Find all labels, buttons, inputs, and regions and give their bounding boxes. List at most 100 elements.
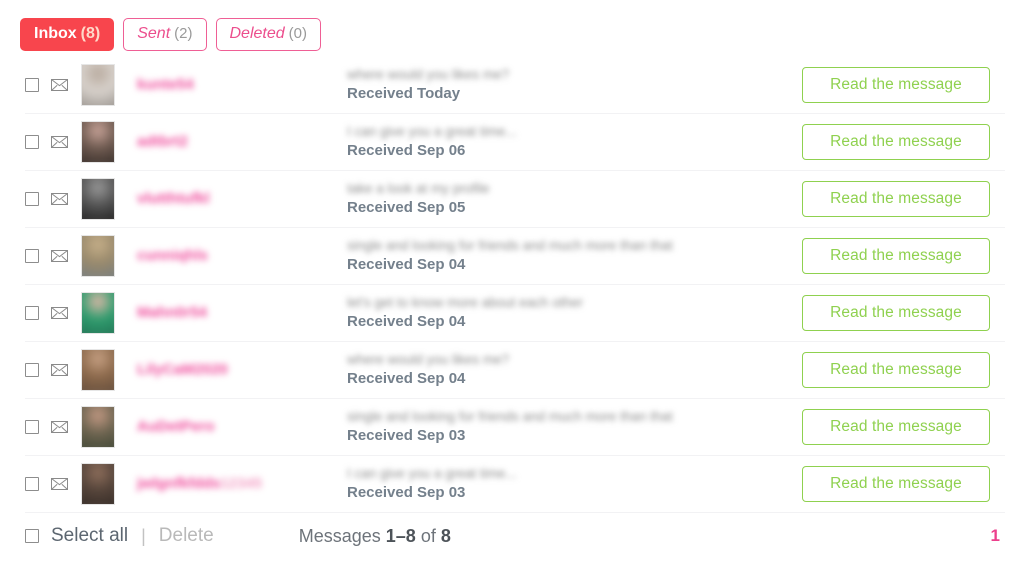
sender-username[interactable]: cunniqhls xyxy=(137,247,347,264)
avatar[interactable] xyxy=(81,120,115,163)
message-received: Received Sep 04 xyxy=(347,370,466,387)
message-count: Messages 1–8 of 8 xyxy=(299,526,451,547)
envelope-icon xyxy=(39,477,79,490)
message-count-total: 8 xyxy=(440,525,451,546)
tab-inbox-count: (8) xyxy=(80,25,101,42)
sender-username-text: jwlgnfkfdds xyxy=(137,475,221,492)
sender-username[interactable]: jwlgnfkfdds12345 xyxy=(137,475,347,492)
message-checkbox[interactable] xyxy=(25,362,39,377)
read-message-button[interactable]: Read the message xyxy=(802,465,990,502)
sender-username-text: vlutthtufkl xyxy=(137,190,210,207)
sender-username-text: kunte54 xyxy=(137,76,194,93)
message-body: single and looking for friends and much … xyxy=(347,408,802,445)
sender-username[interactable]: vlutthtufkl xyxy=(137,190,347,207)
message-checkbox[interactable] xyxy=(25,419,39,434)
read-message-button[interactable]: Read the message xyxy=(802,294,990,331)
tab-inbox[interactable]: Inbox (8) xyxy=(20,18,115,51)
message-body: I can give you a great time... Received S… xyxy=(347,465,802,502)
envelope-icon xyxy=(39,363,79,376)
message-count-range: 1–8 xyxy=(385,525,416,546)
message-body: I can give you a great time... Received S… xyxy=(347,123,802,160)
message-body: take a look at my profile Received Sep 05 xyxy=(347,180,802,217)
message-checkbox[interactable] xyxy=(25,305,39,320)
envelope-icon xyxy=(39,249,79,262)
tab-sent-label: Sent xyxy=(137,25,171,42)
envelope-icon xyxy=(39,192,79,205)
envelope-icon xyxy=(39,420,79,433)
sender-username[interactable]: Mahn0r54 xyxy=(137,304,347,321)
message-received: Received Sep 03 xyxy=(347,484,466,501)
sender-username-text: AuDetPero xyxy=(137,418,215,435)
list-footer: Select all | Delete Messages 1–8 of 8 1 xyxy=(0,512,1024,560)
message-checkbox[interactable] xyxy=(25,134,39,149)
read-message-button[interactable]: Read the message xyxy=(802,123,990,160)
message-row[interactable]: adtbrt2 I can give you a great time... Rec… xyxy=(0,113,1024,170)
avatar[interactable] xyxy=(81,291,115,334)
delete-button[interactable]: Delete xyxy=(159,525,214,547)
message-preview: single and looking for friends and much … xyxy=(347,409,673,424)
message-row[interactable]: jwlgnfkfdds12345 I can give you a great t… xyxy=(0,455,1024,512)
message-checkbox[interactable] xyxy=(25,77,39,92)
sender-username[interactable]: kunte54 xyxy=(137,76,347,93)
avatar[interactable] xyxy=(81,63,115,106)
tab-deleted-label: Deleted xyxy=(229,25,285,42)
message-count-prefix: Messages xyxy=(298,525,381,546)
message-received: Received Sep 06 xyxy=(347,142,466,159)
tab-inbox-label: Inbox xyxy=(34,25,77,42)
message-preview: let's get to know more about each other xyxy=(347,295,583,310)
avatar[interactable] xyxy=(81,348,115,391)
read-message-button[interactable]: Read the message xyxy=(802,237,990,274)
message-received: Received Sep 04 xyxy=(347,256,466,273)
message-count-of: of xyxy=(420,525,436,546)
message-received: Received Sep 03 xyxy=(347,427,466,444)
envelope-icon xyxy=(39,135,79,148)
message-received: Received Sep 04 xyxy=(347,313,466,330)
message-body: single and looking for friends and much … xyxy=(347,237,802,274)
sender-username[interactable]: LilyCaM2020 xyxy=(137,361,347,378)
message-received: Received Sep 05 xyxy=(347,199,466,216)
message-row[interactable]: AuDetPero single and looking for friends … xyxy=(0,398,1024,455)
select-all-checkbox[interactable] xyxy=(25,529,39,543)
avatar[interactable] xyxy=(81,462,115,505)
mailbox-tabs: Inbox (8) Sent (2) Deleted (0) xyxy=(0,0,1024,56)
read-message-button[interactable]: Read the message xyxy=(802,408,990,445)
sender-username[interactable]: AuDetPero xyxy=(137,418,347,435)
sender-username-suffix: 12345 xyxy=(220,475,263,492)
message-checkbox[interactable] xyxy=(25,476,39,491)
avatar[interactable] xyxy=(81,405,115,448)
message-row[interactable]: LilyCaM2020 where would you likes me? Rece… xyxy=(0,341,1024,398)
message-preview: take a look at my profile xyxy=(347,181,490,196)
message-preview: where would you likes me? xyxy=(347,352,510,367)
select-all-label[interactable]: Select all xyxy=(51,525,128,547)
read-message-button[interactable]: Read the message xyxy=(802,66,990,103)
envelope-icon xyxy=(39,78,79,91)
pagination-page-1[interactable]: 1 xyxy=(991,526,1000,546)
message-list: kunte54 where would you likes me? Received… xyxy=(0,56,1024,512)
message-row[interactable]: vlutthtufkl take a look at my profile Rece… xyxy=(0,170,1024,227)
message-preview: I can give you a great time... xyxy=(347,124,517,139)
message-body: let's get to know more about each other R… xyxy=(347,294,802,331)
sender-username-text: Mahn0r54 xyxy=(137,304,208,321)
sender-username-text: cunniqhls xyxy=(137,247,208,264)
read-message-button[interactable]: Read the message xyxy=(802,180,990,217)
tab-sent[interactable]: Sent (2) xyxy=(123,18,207,51)
tab-deleted-count: (0) xyxy=(288,25,307,42)
message-received: Received Today xyxy=(347,85,461,102)
message-checkbox[interactable] xyxy=(25,191,39,206)
message-body: where would you likes me? Received Sep 04 xyxy=(347,351,802,388)
avatar[interactable] xyxy=(81,177,115,220)
read-message-button[interactable]: Read the message xyxy=(802,351,990,388)
message-row[interactable]: cunniqhls single and looking for friends … xyxy=(0,227,1024,284)
avatar[interactable] xyxy=(81,234,115,277)
sender-username[interactable]: adtbrt2 xyxy=(137,133,347,150)
sender-username-text: LilyCaM2020 xyxy=(137,361,228,378)
envelope-icon xyxy=(39,306,79,319)
message-preview: single and looking for friends and much … xyxy=(347,238,673,253)
message-preview: I can give you a great time... xyxy=(347,466,517,481)
message-row[interactable]: kunte54 where would you likes me? Received… xyxy=(0,56,1024,113)
message-checkbox[interactable] xyxy=(25,248,39,263)
message-preview: where would you likes me? xyxy=(347,67,510,82)
tab-deleted[interactable]: Deleted (0) xyxy=(215,18,321,51)
message-row[interactable]: Mahn0r54 let's get to know more about eac… xyxy=(0,284,1024,341)
sender-username-text: adtbrt2 xyxy=(137,133,188,150)
